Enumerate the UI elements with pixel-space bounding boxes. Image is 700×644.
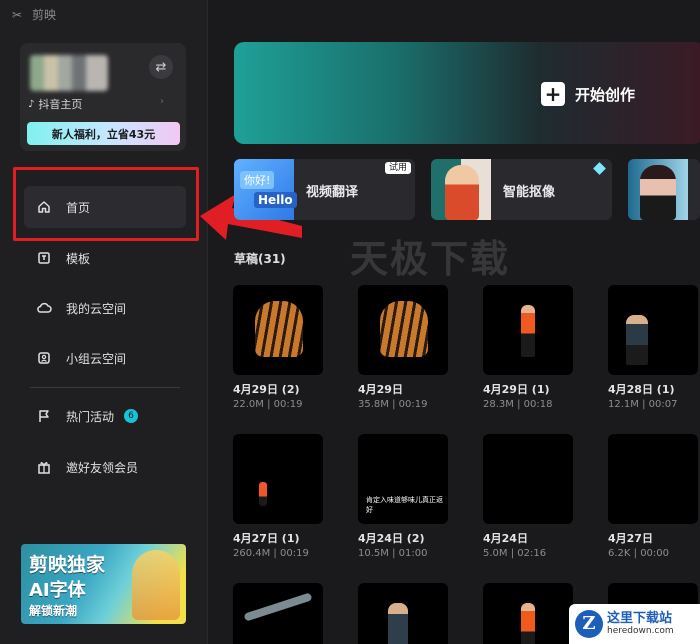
video-translate-label: 视频翻译 <box>306 185 359 200</box>
highlight-box <box>13 167 199 241</box>
sidebar-item-templates[interactable]: 模板 <box>24 237 186 279</box>
portrait-image <box>640 165 676 220</box>
sidebar-item-label: 模板 <box>66 251 91 266</box>
banner-line-3: 解锁新潮 <box>29 604 78 618</box>
new-user-promo-button[interactable]: 新人福利，立省43元 <box>27 122 180 145</box>
draft-meta: 5.0M | 02:16 <box>483 548 547 559</box>
draft-item[interactable]: 4月29日 (1) 28.3M | 00:18 <box>483 285 575 410</box>
draft-name: 4月27日 <box>608 532 653 545</box>
douyin-icon: ♪ <box>28 98 35 110</box>
draft-thumbnail[interactable] <box>233 434 323 524</box>
sidebar-item-label: 小组云空间 <box>66 351 127 366</box>
draft-thumbnail[interactable] <box>608 434 698 524</box>
banner-line-1: 剪映独家 <box>29 554 106 576</box>
draft-name: 4月27日 (1) <box>233 532 300 545</box>
draft-name: 4月24日 (2) <box>358 532 425 545</box>
cloud-icon <box>36 300 52 316</box>
draft-item[interactable]: 4月29日 (2) 22.0M | 00:19 <box>233 285 325 410</box>
smart-cutout-label: 智能抠像 <box>503 185 556 200</box>
sidebar-item-label: 我的云空间 <box>66 301 127 316</box>
template-icon <box>36 250 52 266</box>
draft-meta: 28.3M | 00:18 <box>483 399 553 410</box>
draft-item[interactable]: 4月28日 (1) 12.1M | 00:07 <box>608 285 700 410</box>
sidebar-divider <box>30 387 180 388</box>
thumb-text-english: Hello <box>254 192 297 208</box>
app-title: 剪映 <box>32 8 57 22</box>
drafts-heading: 草稿(31) <box>234 252 286 266</box>
capcut-logo-icon: ✂ <box>12 7 23 22</box>
sidebar-item-invite-friends[interactable]: 邀好友领会员 <box>24 446 186 488</box>
site-logo-title: 这里下载站 <box>607 611 673 626</box>
third-tool-card[interactable] <box>628 159 700 220</box>
draft-meta: 6.2K | 00:00 <box>608 548 670 559</box>
sidebar-item-my-cloud[interactable]: 我的云空间 <box>24 287 186 329</box>
swap-icon: ⇄ <box>155 59 167 75</box>
third-tool-thumbnail <box>628 159 688 220</box>
douyin-homepage-link[interactable]: ♪ 抖音主页 <box>28 96 82 112</box>
plus-icon: + <box>541 82 565 106</box>
draft-meta: 35.8M | 00:19 <box>358 399 428 410</box>
draft-item[interactable] <box>358 583 450 644</box>
sidebar-item-label: 热门活动 <box>66 409 115 424</box>
sidebar-item-hot-events[interactable]: 热门活动 6 <box>24 395 186 437</box>
video-translate-thumbnail: 你好! Hello <box>234 159 297 220</box>
site-logo-icon: Z <box>575 610 603 638</box>
sidebar: ✂ 剪映 ⇄ ♪ 抖音主页 › 新人福利，立省43元 首页 模板 我的云空间 小… <box>0 0 208 644</box>
notification-badge: 6 <box>124 409 139 423</box>
group-cloud-icon <box>36 350 52 366</box>
banner-line-2: AI字体 <box>29 580 86 601</box>
draft-item[interactable]: 4月27日 (1) 260.4M | 00:19 <box>233 434 325 559</box>
banner-character-image <box>132 550 180 620</box>
site-logo-url: heredown.com <box>607 626 674 636</box>
draft-name: 4月28日 (1) <box>608 383 675 396</box>
draft-thumbnail[interactable] <box>608 285 698 375</box>
draft-thumbnail[interactable] <box>233 583 323 644</box>
smart-cutout-thumbnail <box>431 159 491 220</box>
draft-item[interactable]: 4月24日 5.0M | 02:16 <box>483 434 575 559</box>
draft-thumbnail[interactable] <box>358 285 448 375</box>
draft-name: 4月29日 (1) <box>483 383 550 396</box>
vip-diamond-icon <box>593 162 606 175</box>
chevron-right-icon: › <box>160 96 164 107</box>
draft-meta: 12.1M | 00:07 <box>608 399 678 410</box>
gift-icon <box>36 459 52 475</box>
cutout-person-image <box>445 165 479 220</box>
trial-badge: 试用 <box>384 162 411 174</box>
draft-item[interactable] <box>233 583 325 644</box>
draft-item[interactable]: 肯定入味道够味儿真正返好 4月24日 (2) 10.5M | 01:00 <box>358 434 450 559</box>
site-watermark: 天极下载 <box>350 237 511 281</box>
douyin-homepage-label: 抖音主页 <box>38 98 83 111</box>
app-title-bar: ✂ 剪映 <box>12 6 56 23</box>
smart-cutout-card[interactable]: 智能抠像 <box>431 159 612 220</box>
draft-thumbnail[interactable] <box>483 285 573 375</box>
draft-item[interactable] <box>483 583 575 644</box>
start-creating-button[interactable]: + 开始创作 <box>541 82 635 106</box>
draft-thumbnail[interactable] <box>483 583 573 644</box>
draft-thumbnail[interactable] <box>358 583 448 644</box>
draft-name: 4月24日 <box>483 532 528 545</box>
avatar[interactable] <box>30 55 108 91</box>
sidebar-item-group-cloud[interactable]: 小组云空间 <box>24 337 186 379</box>
draft-thumbnail[interactable] <box>483 434 573 524</box>
draft-name: 4月29日 (2) <box>233 383 300 396</box>
start-creating-label: 开始创作 <box>575 85 636 104</box>
video-translate-card[interactable]: 你好! Hello 视频翻译 试用 <box>234 159 415 220</box>
thumbnail-caption: 肯定入味道够味儿真正返好 <box>364 494 448 516</box>
sidebar-item-label: 邀好友领会员 <box>66 460 139 475</box>
flag-icon <box>36 408 52 424</box>
draft-thumbnail[interactable]: 肯定入味道够味儿真正返好 <box>358 434 448 524</box>
thumb-text-chinese: 你好! <box>240 171 275 189</box>
draft-meta: 10.5M | 01:00 <box>358 548 428 559</box>
swap-account-button[interactable]: ⇄ <box>149 55 173 79</box>
draft-thumbnail[interactable] <box>233 285 323 375</box>
draft-item[interactable]: 4月29日 35.8M | 00:19 <box>358 285 450 410</box>
site-logo: Z 这里下载站 heredown.com <box>569 604 700 644</box>
draft-meta: 260.4M | 00:19 <box>233 548 309 559</box>
draft-item[interactable]: 4月27日 6.2K | 00:00 <box>608 434 700 559</box>
ai-font-promo-banner[interactable]: 剪映独家 AI字体 解锁新潮 <box>21 544 186 624</box>
draft-meta: 22.0M | 00:19 <box>233 399 303 410</box>
draft-name: 4月29日 <box>358 383 403 396</box>
